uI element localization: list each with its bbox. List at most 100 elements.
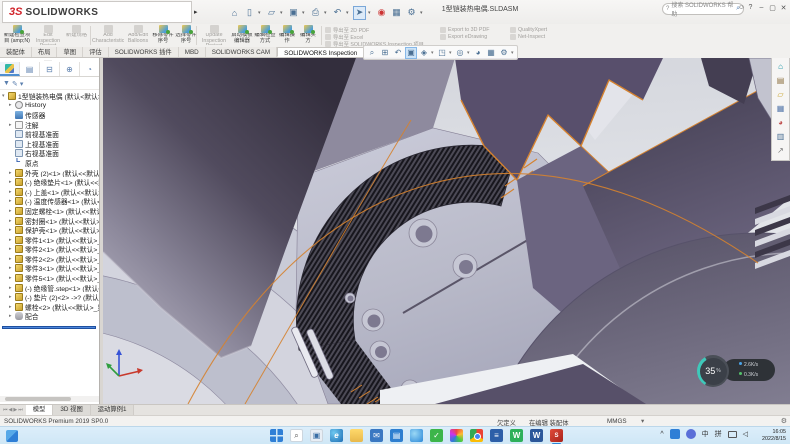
tab-next-icon[interactable]: ▶	[13, 407, 17, 413]
onedrive-icon[interactable]	[670, 429, 680, 439]
tab-last-icon[interactable]: ⏭	[18, 407, 23, 413]
design-library-icon[interactable]: ▤	[774, 74, 787, 86]
launch-template-editor-button[interactable]: 启动模板编辑器	[231, 24, 253, 47]
dropdown-caret[interactable]: ▾	[258, 10, 263, 16]
tab-sketch[interactable]: 草图	[57, 47, 83, 57]
net-inspect-button[interactable]: Net-Inspect	[510, 32, 545, 41]
dropdown-caret[interactable]: ▾	[324, 10, 329, 16]
tree-item-part[interactable]: ▸零件3<1> (默认<<默认>_显示状态	[0, 264, 100, 274]
view-orientation-icon[interactable]: ◈	[418, 47, 430, 59]
speaker-icon[interactable]: ◁	[743, 430, 748, 438]
tree-item-part[interactable]: ▸零件1<1> (默认<<默认>_显示状态	[0, 235, 100, 245]
new-inspection-project-button[interactable]: 新建检查项目 (amp;N)	[2, 24, 32, 47]
dimxpertmanager-tab[interactable]: ⊕	[60, 62, 80, 76]
select-balloon-button[interactable]: 选择零件序号	[175, 24, 197, 47]
tree-item-mates[interactable]: ▸配合	[0, 312, 100, 322]
edit-inspection-project-button[interactable]: Edit Inspection Project	[33, 24, 63, 47]
wps-icon[interactable]: W	[510, 429, 523, 442]
add-edit-balloons-button[interactable]: Add/Edit Balloons	[125, 24, 151, 47]
chrome-icon[interactable]	[470, 429, 483, 442]
apply-scene-icon[interactable]: ▦	[485, 47, 497, 59]
tab-motion-study[interactable]: 运动算例1	[91, 405, 135, 415]
cast-monitor-icon[interactable]	[728, 431, 737, 438]
tree-item-front-plane[interactable]: 前视基准面	[0, 129, 100, 139]
previous-view-icon[interactable]: ↶	[392, 47, 404, 59]
tree-item-annotations[interactable]: ▸注解	[0, 120, 100, 130]
rebuild-icon[interactable]: ◉	[375, 6, 388, 20]
menu-expand-icon[interactable]: ▸	[194, 8, 198, 16]
tree-item-top-plane[interactable]: 上视基准面	[0, 139, 100, 149]
ime-mode[interactable]: 拼	[715, 429, 722, 439]
tree-item-part[interactable]: ▸(-) 绝缘垫片<1> (默认<<默认>_显	[0, 177, 100, 187]
tab-mbd[interactable]: MBD	[179, 47, 206, 57]
file-explorer-icon[interactable]: ▱	[774, 88, 787, 100]
security-icon[interactable]: ✓	[430, 429, 443, 442]
minimize-button[interactable]: –	[756, 2, 767, 13]
tree-item-origin[interactable]: 原点	[0, 158, 100, 168]
appearances-icon[interactable]: ◕	[774, 116, 787, 128]
configurationmanager-tab[interactable]: ⊟	[40, 62, 60, 76]
tree-item-part[interactable]: ▸保护壳<1> (默认<<默认>_显示状态	[0, 225, 100, 235]
browser-icon[interactable]	[410, 429, 423, 442]
tab-solidworks-cam[interactable]: SOLIDWORKS CAM	[206, 47, 277, 57]
tab-first-icon[interactable]: ⏮	[3, 407, 8, 413]
tab-prev-icon[interactable]: ◀	[9, 407, 13, 413]
select-tool-icon[interactable]: ➤	[353, 6, 366, 20]
solidworks-taskbar-icon[interactable]: S	[550, 429, 563, 442]
tree-item-part[interactable]: ▸螺栓<2> (默认<<默认>_显示状态	[0, 302, 100, 312]
tree-item-part[interactable]: ▸外壳 (2)<1> (默认<<默认>_显示状	[0, 168, 100, 178]
tab-model[interactable]: 模型	[26, 405, 54, 415]
status-gear-icon[interactable]: ⚙	[781, 417, 787, 425]
tree-item-part[interactable]: ▸(-) 垫片 (2)<2> ->? (默认<<默认	[0, 292, 100, 302]
displaymanager-tab[interactable]: ◔	[80, 62, 100, 76]
edit-inspection-methods-button[interactable]: 编辑检查方式	[254, 24, 276, 47]
tree-item-right-plane[interactable]: 右视基准面	[0, 149, 100, 159]
edit-customers-button[interactable]: 编辑买方	[298, 24, 318, 47]
close-button[interactable]: ✕	[778, 2, 789, 13]
store-icon[interactable]: ▤	[390, 429, 403, 442]
edit-operations-button[interactable]: 编辑操作	[277, 24, 297, 47]
save-icon[interactable]: ▣	[287, 6, 300, 20]
taskbar-search-icon[interactable]: ⌕	[290, 429, 303, 442]
custom-properties-icon[interactable]: ▥	[774, 130, 787, 142]
display-style-icon[interactable]: ◳	[436, 47, 448, 59]
restore-button[interactable]: ▢	[767, 2, 778, 13]
tree-item-part[interactable]: ▸密封圈<1> (默认<<默认>_显示状	[0, 216, 100, 226]
dropdown-caret[interactable]: ▾	[280, 10, 285, 16]
dropdown-caret[interactable]: ▾	[467, 50, 471, 56]
memory-usage-ball[interactable]: 35%	[697, 355, 729, 387]
new-spec-button[interactable]: 新建规格	[64, 24, 89, 47]
view-settings-icon[interactable]: ⚙	[498, 47, 510, 59]
security-shield-icon[interactable]	[686, 429, 696, 439]
tree-item-root[interactable]: ▾1型铠装热电偶 (默认<默认>_显示状态-1	[0, 91, 100, 101]
add-characteristic-button[interactable]: Add Characteristic	[92, 24, 124, 47]
export-edrawing-button[interactable]: Export eDrawing	[440, 32, 487, 41]
tab-layout[interactable]: 布局	[32, 47, 58, 57]
section-view-icon[interactable]: ▣	[405, 47, 417, 59]
tree-item-sensors[interactable]: 传感器	[0, 110, 100, 120]
dropdown-caret[interactable]: ▾	[302, 10, 307, 16]
dropdown-caret[interactable]: ▾	[431, 50, 435, 56]
dropdown-caret[interactable]: ▾	[346, 10, 351, 16]
tree-item-part[interactable]: ▸(-) 温度传感器<1> (默认<<默认>_	[0, 197, 100, 207]
tree-item-part[interactable]: ▸零件5<1> (默认<<默认>_显示状态	[0, 273, 100, 283]
widgets-icon[interactable]	[6, 430, 18, 442]
mail-icon[interactable]: ✉	[370, 429, 383, 442]
new-document-icon[interactable]: ▯	[243, 6, 256, 20]
featuremanager-tab[interactable]	[0, 62, 20, 76]
tree-item-part[interactable]: ▸零件2<1> (默认<<默认>_显示状态	[0, 245, 100, 255]
hide-show-items-icon[interactable]: ◎	[454, 47, 466, 59]
propertymanager-tab[interactable]: ▤	[20, 62, 40, 76]
dropdown-caret[interactable]: ▾	[449, 50, 453, 56]
tree-filter[interactable]: ▼ ✎ ▾	[0, 78, 100, 90]
tree-item-history[interactable]: ▸History	[0, 101, 100, 111]
tab-3d-views[interactable]: 3D 视图	[53, 405, 90, 415]
photos-icon[interactable]	[450, 429, 463, 442]
file-explorer-taskbar-icon[interactable]	[350, 429, 363, 442]
rollback-bar[interactable]	[2, 326, 96, 329]
tab-evaluate[interactable]: 评估	[83, 47, 109, 57]
home-icon[interactable]: ⌂	[228, 6, 241, 20]
zoom-fit-icon[interactable]: ⌕	[366, 47, 378, 59]
help-search-box[interactable]: ? 搜索 SOLIDWORKS 帮助 ⌕	[662, 3, 744, 15]
forum-icon[interactable]: ↗	[774, 144, 787, 156]
